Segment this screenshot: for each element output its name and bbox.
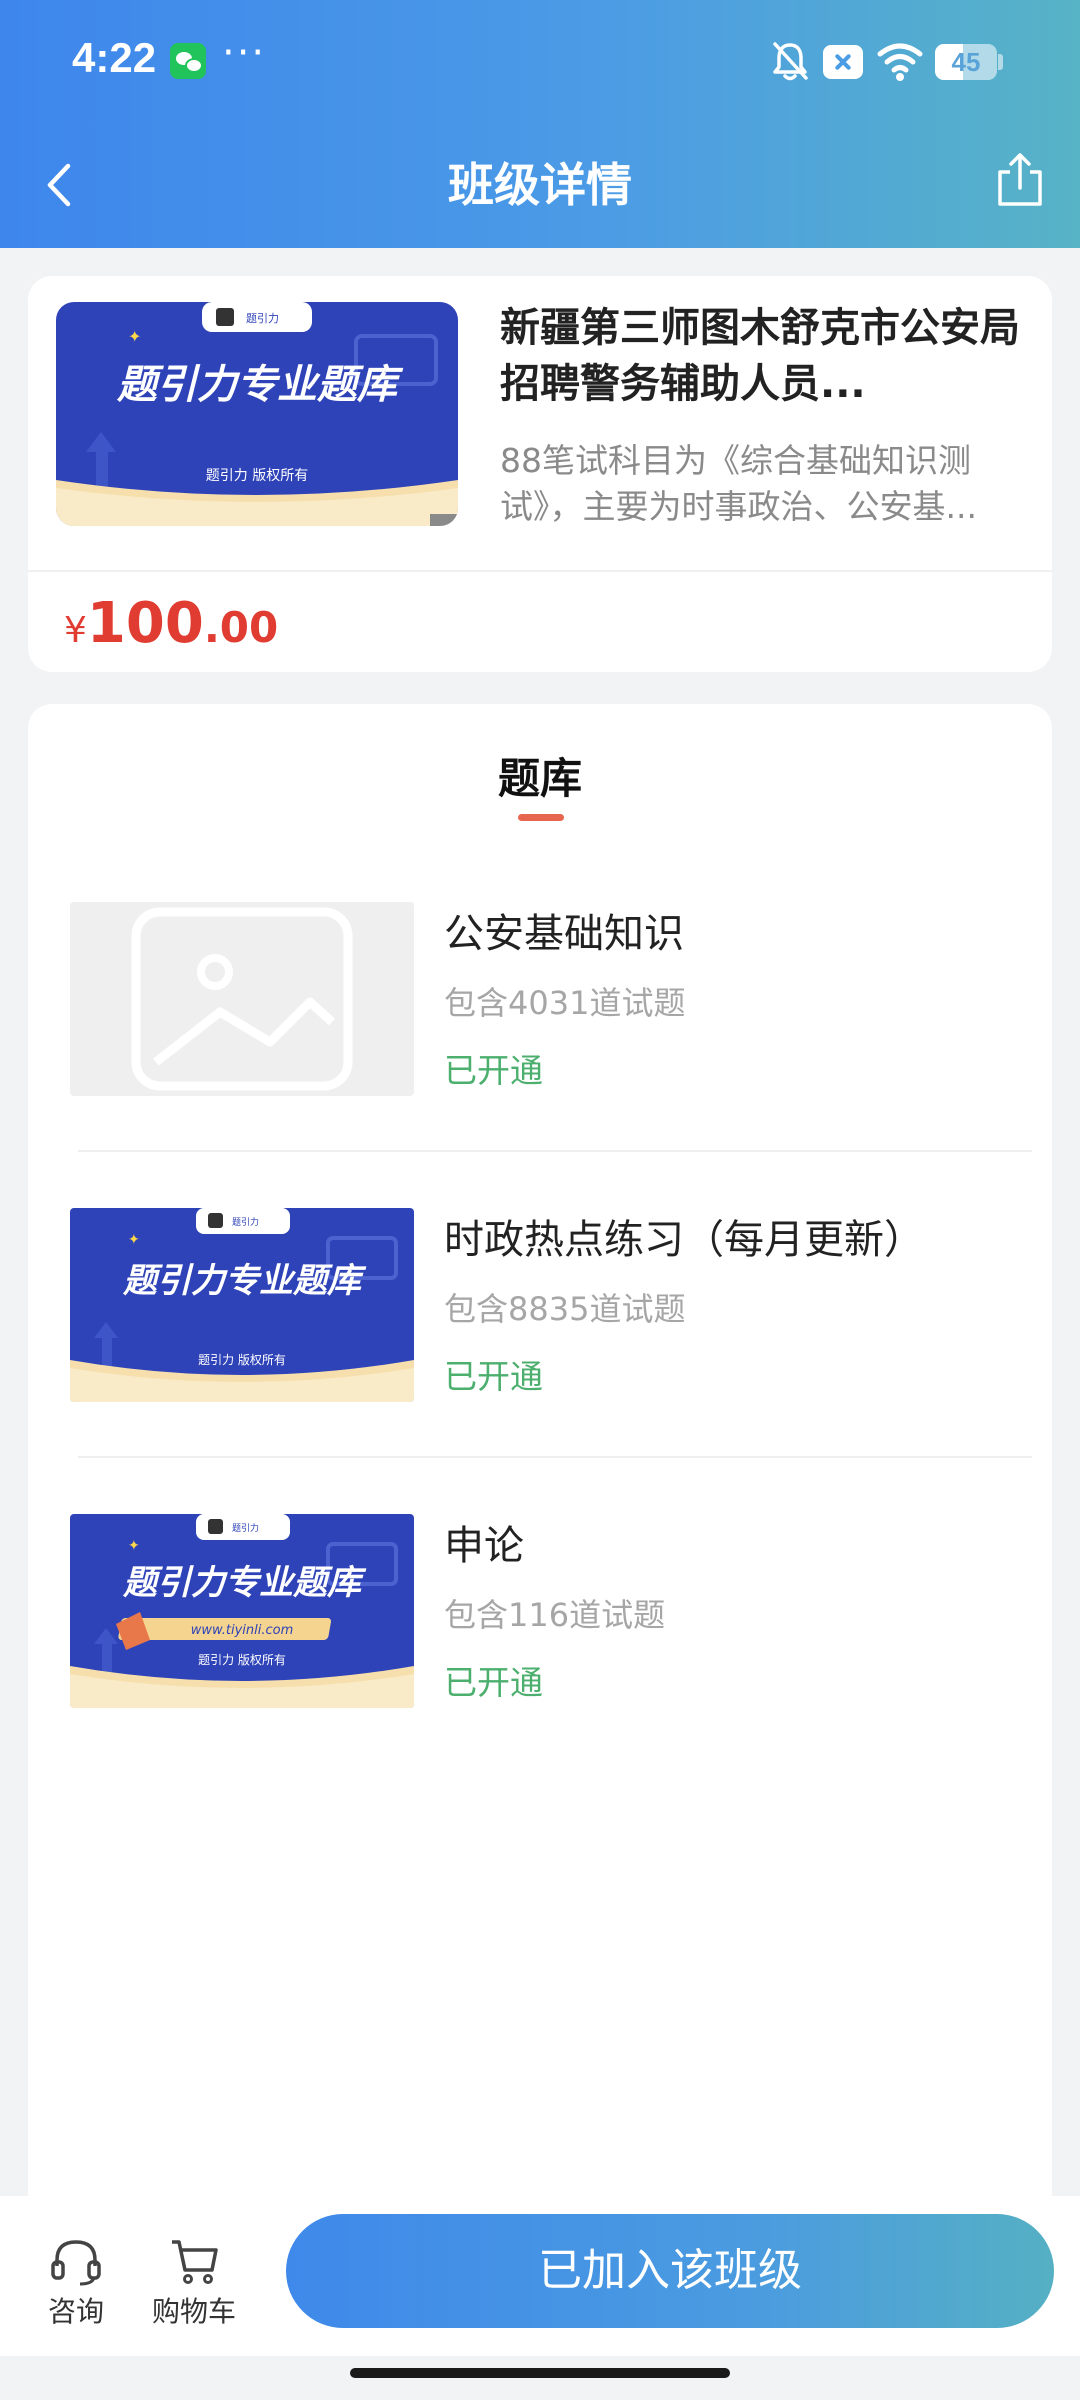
course-card: 题引力 ✦ 题引力专业题库 题引力 版权所有 新疆第三师图木舒克市公安局招聘警务… (28, 276, 1052, 672)
banner-footer: 题引力 版权所有 (198, 1653, 286, 1667)
banner-logo-text: 题引力 (232, 1216, 259, 1228)
banner-footer: 题引力 版权所有 (198, 1353, 286, 1367)
banner-logo-text: 题引力 (246, 311, 279, 325)
question-bank-item[interactable]: 题引力 ✦ 题引力专业题库 题引力 版权所有 时政热点练习（每月更新） 包含88… (28, 1208, 1052, 1514)
app-notification-icon (823, 45, 863, 79)
bank-status: 已开通 (444, 1357, 543, 1396)
course-banner-image: 题引力 ✦ 题引力专业题库 题引力 版权所有 (56, 302, 458, 526)
bank-question-count: 包含116道试题 (444, 1596, 666, 1634)
question-bank-item[interactable]: 题引力 ✦ 题引力专业题库 www.tiyinli.com 题引力 版权所有 申… (28, 1514, 1052, 1820)
tab-question-bank[interactable]: 题库 (28, 744, 1052, 814)
home-indicator[interactable] (350, 2368, 730, 2378)
banner-url: www.tiyinli.com (191, 1623, 294, 1638)
wifi-icon (877, 43, 923, 81)
bottom-action-bar: 咨询 购物车 已加入该班级 (0, 2196, 1080, 2356)
banner-footer: 题引力 版权所有 (206, 468, 308, 484)
battery-nub (998, 54, 1003, 70)
battery-icon: 45 (935, 44, 997, 80)
divider (28, 570, 1052, 572)
svg-text:✦: ✦ (128, 327, 141, 346)
bank-status: 已开通 (444, 1051, 543, 1090)
price-decimal: .00 (203, 603, 279, 652)
tab-indicator (518, 814, 564, 821)
consult-label: 咨询 (47, 2295, 104, 2328)
question-bank-item[interactable]: 公安基础知识 包含4031道试题 已开通 (28, 902, 1052, 1208)
bell-off-icon (773, 42, 808, 81)
bank-thumbnail: 题引力 ✦ 题引力专业题库 题引力 版权所有 (70, 1208, 414, 1402)
bank-status: 已开通 (444, 1663, 543, 1702)
bank-thumbnail (70, 902, 414, 1096)
wechat-icon (170, 43, 206, 79)
svg-text:✦: ✦ (128, 1232, 140, 1248)
course-price: ¥100.00 (64, 576, 278, 672)
question-bank-panel: 题库 公安基础知识 包含4031道试题 已开通 题引力 ✦ 题引力专业题库 题引… (28, 704, 1052, 2204)
price-symbol: ¥ (64, 610, 87, 651)
banner-headline: 题引力专业题库 (122, 1261, 367, 1301)
divider (78, 1150, 1032, 1152)
page-title: 班级详情 (448, 158, 632, 212)
bank-question-count: 包含4031道试题 (444, 984, 686, 1022)
price-integer: 100 (86, 591, 204, 656)
banner-headline: 题引力专业题库 (116, 362, 404, 408)
bank-name: 时政热点练习（每月更新） (444, 1217, 924, 1263)
bank-question-count: 包含8835道试题 (444, 1290, 686, 1328)
cart-button[interactable]: 购物车 (146, 2228, 242, 2338)
share-button[interactable] (990, 150, 1050, 210)
cart-icon (172, 2240, 218, 2284)
course-description: 88笔试科目为《综合基础知识测试》，主要为时事政治、公安基... (500, 441, 977, 526)
bank-thumbnail: 题引力 ✦ 题引力专业题库 www.tiyinli.com 题引力 版权所有 (70, 1514, 414, 1708)
divider (78, 1456, 1032, 1458)
consult-button[interactable]: 咨询 (36, 2228, 116, 2338)
course-title: 新疆第三师图木舒克市公安局招聘警务辅助人员... (500, 305, 1020, 407)
more-notifications-icon: ··· (222, 30, 267, 76)
bank-name: 申论 (444, 1523, 524, 1569)
image-placeholder-icon (131, 907, 353, 1091)
banner-logo-text: 题引力 (232, 1522, 259, 1534)
join-class-button[interactable]: 已加入该班级 (286, 2214, 1054, 2328)
headset-icon (51, 2240, 101, 2286)
cart-label: 购物车 (151, 2295, 236, 2328)
status-bar: 4:22 ··· 45 (0, 0, 1080, 120)
battery-level: 45 (951, 47, 981, 77)
banner-headline: 题引力专业题库 (122, 1563, 367, 1603)
status-time: 4:22 (72, 34, 157, 81)
svg-text:✦: ✦ (128, 1538, 140, 1554)
bank-name: 公安基础知识 (444, 911, 684, 957)
